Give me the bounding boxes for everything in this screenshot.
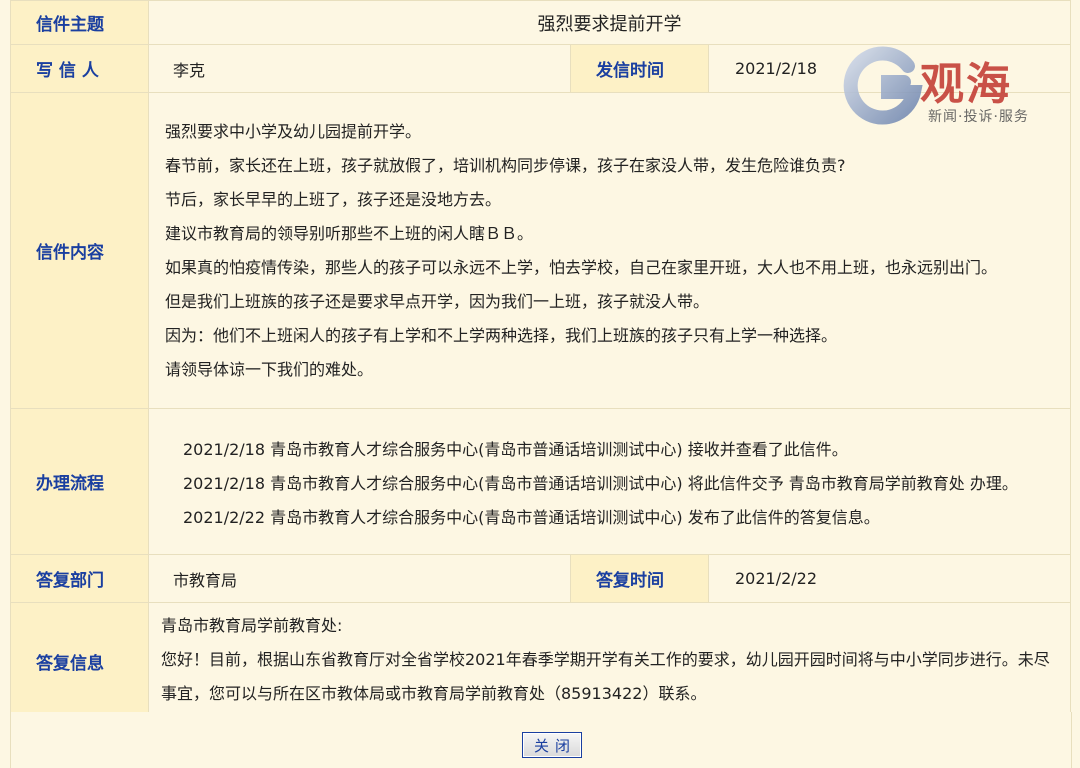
label-writer: 写 信 人 <box>10 44 149 93</box>
label-content: 信件内容 <box>10 92 149 409</box>
reply-line: 您好！目前，根据山东省教育厅对全省学校2021年春季学期开学有关工作的要求，幼儿… <box>161 650 1050 703</box>
content-line: 因为：他们不上班闲人的孩子有上学和不上学两种选择，我们上班族的孩子只有上学一种选… <box>165 325 838 345</box>
letter-content: 强烈要求中小学及幼儿园提前开学。 春节前，家长还在上班，孩子就放假了，培训机构同… <box>147 92 1072 409</box>
letter-subject: 强烈要求提前开学 <box>147 0 1072 45</box>
content-line: 请领导体谅一下我们的难处。 <box>165 359 374 379</box>
content-line: 强烈要求中小学及幼儿园提前开学。 <box>165 121 422 141</box>
row-reply-info: 答复信息 青岛市教育局学前教育处: 您好！目前，根据山东省教育厅对全省学校202… <box>10 602 1072 720</box>
row-reply-dept: 答复部门 市教育局 答复时间 2021/2/22 <box>10 554 1072 603</box>
reply-info: 青岛市教育局学前教育处: 您好！目前，根据山东省教育厅对全省学校2021年春季学… <box>147 602 1072 720</box>
flow-item: 2021/2/18 青岛市教育人才综合服务中心(青岛市普通话培训测试中心) 将此… <box>183 473 1018 493</box>
label-flow: 办理流程 <box>10 408 149 555</box>
content-line: 建议市教育局的领导别听那些不上班的闲人瞎ＢＢ。 <box>165 223 534 243</box>
reply-line: 青岛市教育局学前教育处: <box>161 616 343 635</box>
reply-time: 2021/2/22 <box>707 554 1072 603</box>
flow-item: 2021/2/22 青岛市教育人才综合服务中心(青岛市普通话培训测试中心) 发布… <box>183 507 880 527</box>
letter-send-time: 2021/2/18 <box>707 44 1072 93</box>
content-line: 如果真的怕疫情传染，那些人的孩子可以永远不上学，怕去学校，自己在家里开班，大人也… <box>165 257 998 277</box>
label-reply-dept: 答复部门 <box>10 554 149 603</box>
letter-writer: 李克 <box>148 44 571 93</box>
label-send-time: 发信时间 <box>570 44 709 93</box>
content-line: 春节前，家长还在上班，孩子就放假了，培训机构同步停课，孩子在家没人带，发生危险谁… <box>165 155 846 175</box>
content-line: 节后，家长早早的上班了，孩子还是没地方去。 <box>165 189 502 209</box>
letter-detail-table: 信件主题 强烈要求提前开学 写 信 人 李克 发信时间 2021/2/18 信件… <box>10 0 1072 720</box>
label-reply-time: 答复时间 <box>570 554 709 603</box>
footer-bar: 关闭 <box>10 712 1072 768</box>
close-button[interactable]: 关闭 <box>522 732 582 758</box>
row-subject: 信件主题 强烈要求提前开学 <box>10 0 1072 45</box>
content-line: 但是我们上班族的孩子还是要求早点开学，因为我们一上班，孩子就没人带。 <box>165 291 710 311</box>
label-subject: 信件主题 <box>10 0 149 45</box>
flow-item: 2021/2/18 青岛市教育人才综合服务中心(青岛市普通话培训测试中心) 接收… <box>183 439 848 459</box>
label-reply-info: 答复信息 <box>10 602 149 720</box>
row-writer: 写 信 人 李克 发信时间 2021/2/18 <box>10 44 1072 93</box>
flow-list: 2021/2/18 青岛市教育人才综合服务中心(青岛市普通话培训测试中心) 接收… <box>147 408 1072 555</box>
row-content: 信件内容 强烈要求中小学及幼儿园提前开学。 春节前，家长还在上班，孩子就放假了，… <box>10 92 1072 409</box>
row-flow: 办理流程 2021/2/18 青岛市教育人才综合服务中心(青岛市普通话培训测试中… <box>10 408 1072 555</box>
reply-dept: 市教育局 <box>148 554 571 603</box>
